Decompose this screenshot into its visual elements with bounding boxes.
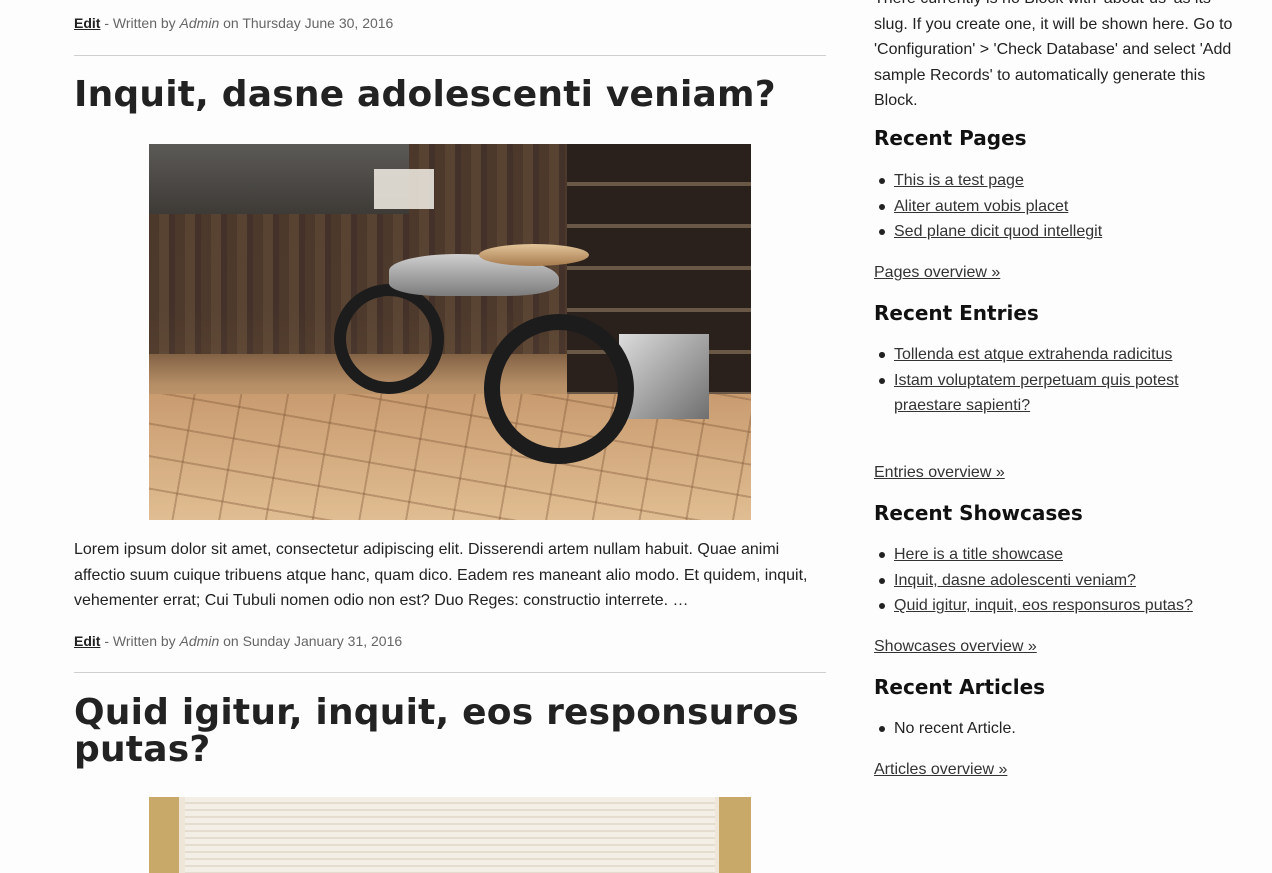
author-name: Admin [179,633,220,649]
list-item: Tollenda est atque extrahenda radicitus [874,342,1234,368]
post-meta: Edit - Written by Admin on Thursday June… [74,13,393,33]
post-divider [74,672,826,673]
list-item: No recent Article. [874,716,1234,742]
block-notice: There currently is no Block with 'about-… [874,0,1233,109]
recent-articles-heading: Recent Articles [874,675,1046,699]
post-excerpt: Lorem ipsum dolor sit amet, consectetur … [74,541,808,609]
post-meta: Edit - Written by Admin on Sunday Januar… [74,631,402,651]
recent-showcase-link[interactable]: Here is a title showcase [894,546,1063,563]
on-text: on [223,15,239,31]
recent-showcases-list: Here is a title showcase Inquit, dasne a… [874,542,1234,619]
recent-articles-list: No recent Article. [874,716,1234,742]
written-by-text: - Written by [104,633,176,649]
recent-showcases-heading: Recent Showcases [874,501,1083,525]
list-item: Sed plane dicit quod intellegit [874,219,1234,245]
recent-pages-heading: Recent Pages [874,126,1027,150]
author-name: Admin [179,15,220,31]
list-item: Aliter autem vobis placet [874,194,1234,220]
showcases-overview-link[interactable]: Showcases overview » [874,637,1037,657]
list-item: This is a test page [874,168,1234,194]
post-divider [74,55,826,56]
recent-entry-link[interactable]: Tollenda est atque extrahenda radicitus [894,346,1172,363]
post-date: Thursday June 30, 2016 [242,15,394,31]
on-text: on [223,633,239,649]
window-blinds-photo [149,797,751,873]
list-item: Quid igitur, inquit, eos responsuros put… [874,593,1234,619]
recent-page-link[interactable]: This is a test page [894,172,1024,189]
list-item: Inquit, dasne adolescenti veniam? [874,568,1234,594]
pages-overview-link[interactable]: Pages overview » [874,263,1000,283]
no-articles-text: No recent Article. [894,720,1016,737]
recent-page-link[interactable]: Sed plane dicit quod intellegit [894,223,1102,240]
recent-page-link[interactable]: Aliter autem vobis placet [894,198,1068,215]
recent-entries-list: Tollenda est atque extrahenda radicitus … [874,342,1234,419]
entries-overview-link[interactable]: Entries overview » [874,463,1005,483]
recent-entry-link[interactable]: Istam voluptatem perpetuam quis potest p… [894,372,1179,415]
list-item: Istam voluptatem perpetuam quis potest p… [874,368,1194,419]
recent-entries-heading: Recent Entries [874,301,1039,325]
edit-link[interactable]: Edit [74,15,100,31]
articles-overview-link[interactable]: Articles overview » [874,760,1007,780]
recent-pages-list: This is a test page Aliter autem vobis p… [874,168,1234,245]
post-date: Sunday January 31, 2016 [242,633,403,649]
recent-showcase-link[interactable]: Quid igitur, inquit, eos responsuros put… [894,597,1193,614]
post-title[interactable]: Quid igitur, inquit, eos responsuros put… [74,694,826,768]
written-by-text: - Written by [104,15,176,31]
list-item: Here is a title showcase [874,542,1234,568]
post-title[interactable]: Inquit, dasne adolescenti veniam? [74,76,826,113]
recent-showcase-link[interactable]: Inquit, dasne adolescenti veniam? [894,572,1136,589]
garage-motorcycle-photo [149,144,751,520]
edit-link[interactable]: Edit [74,633,100,649]
